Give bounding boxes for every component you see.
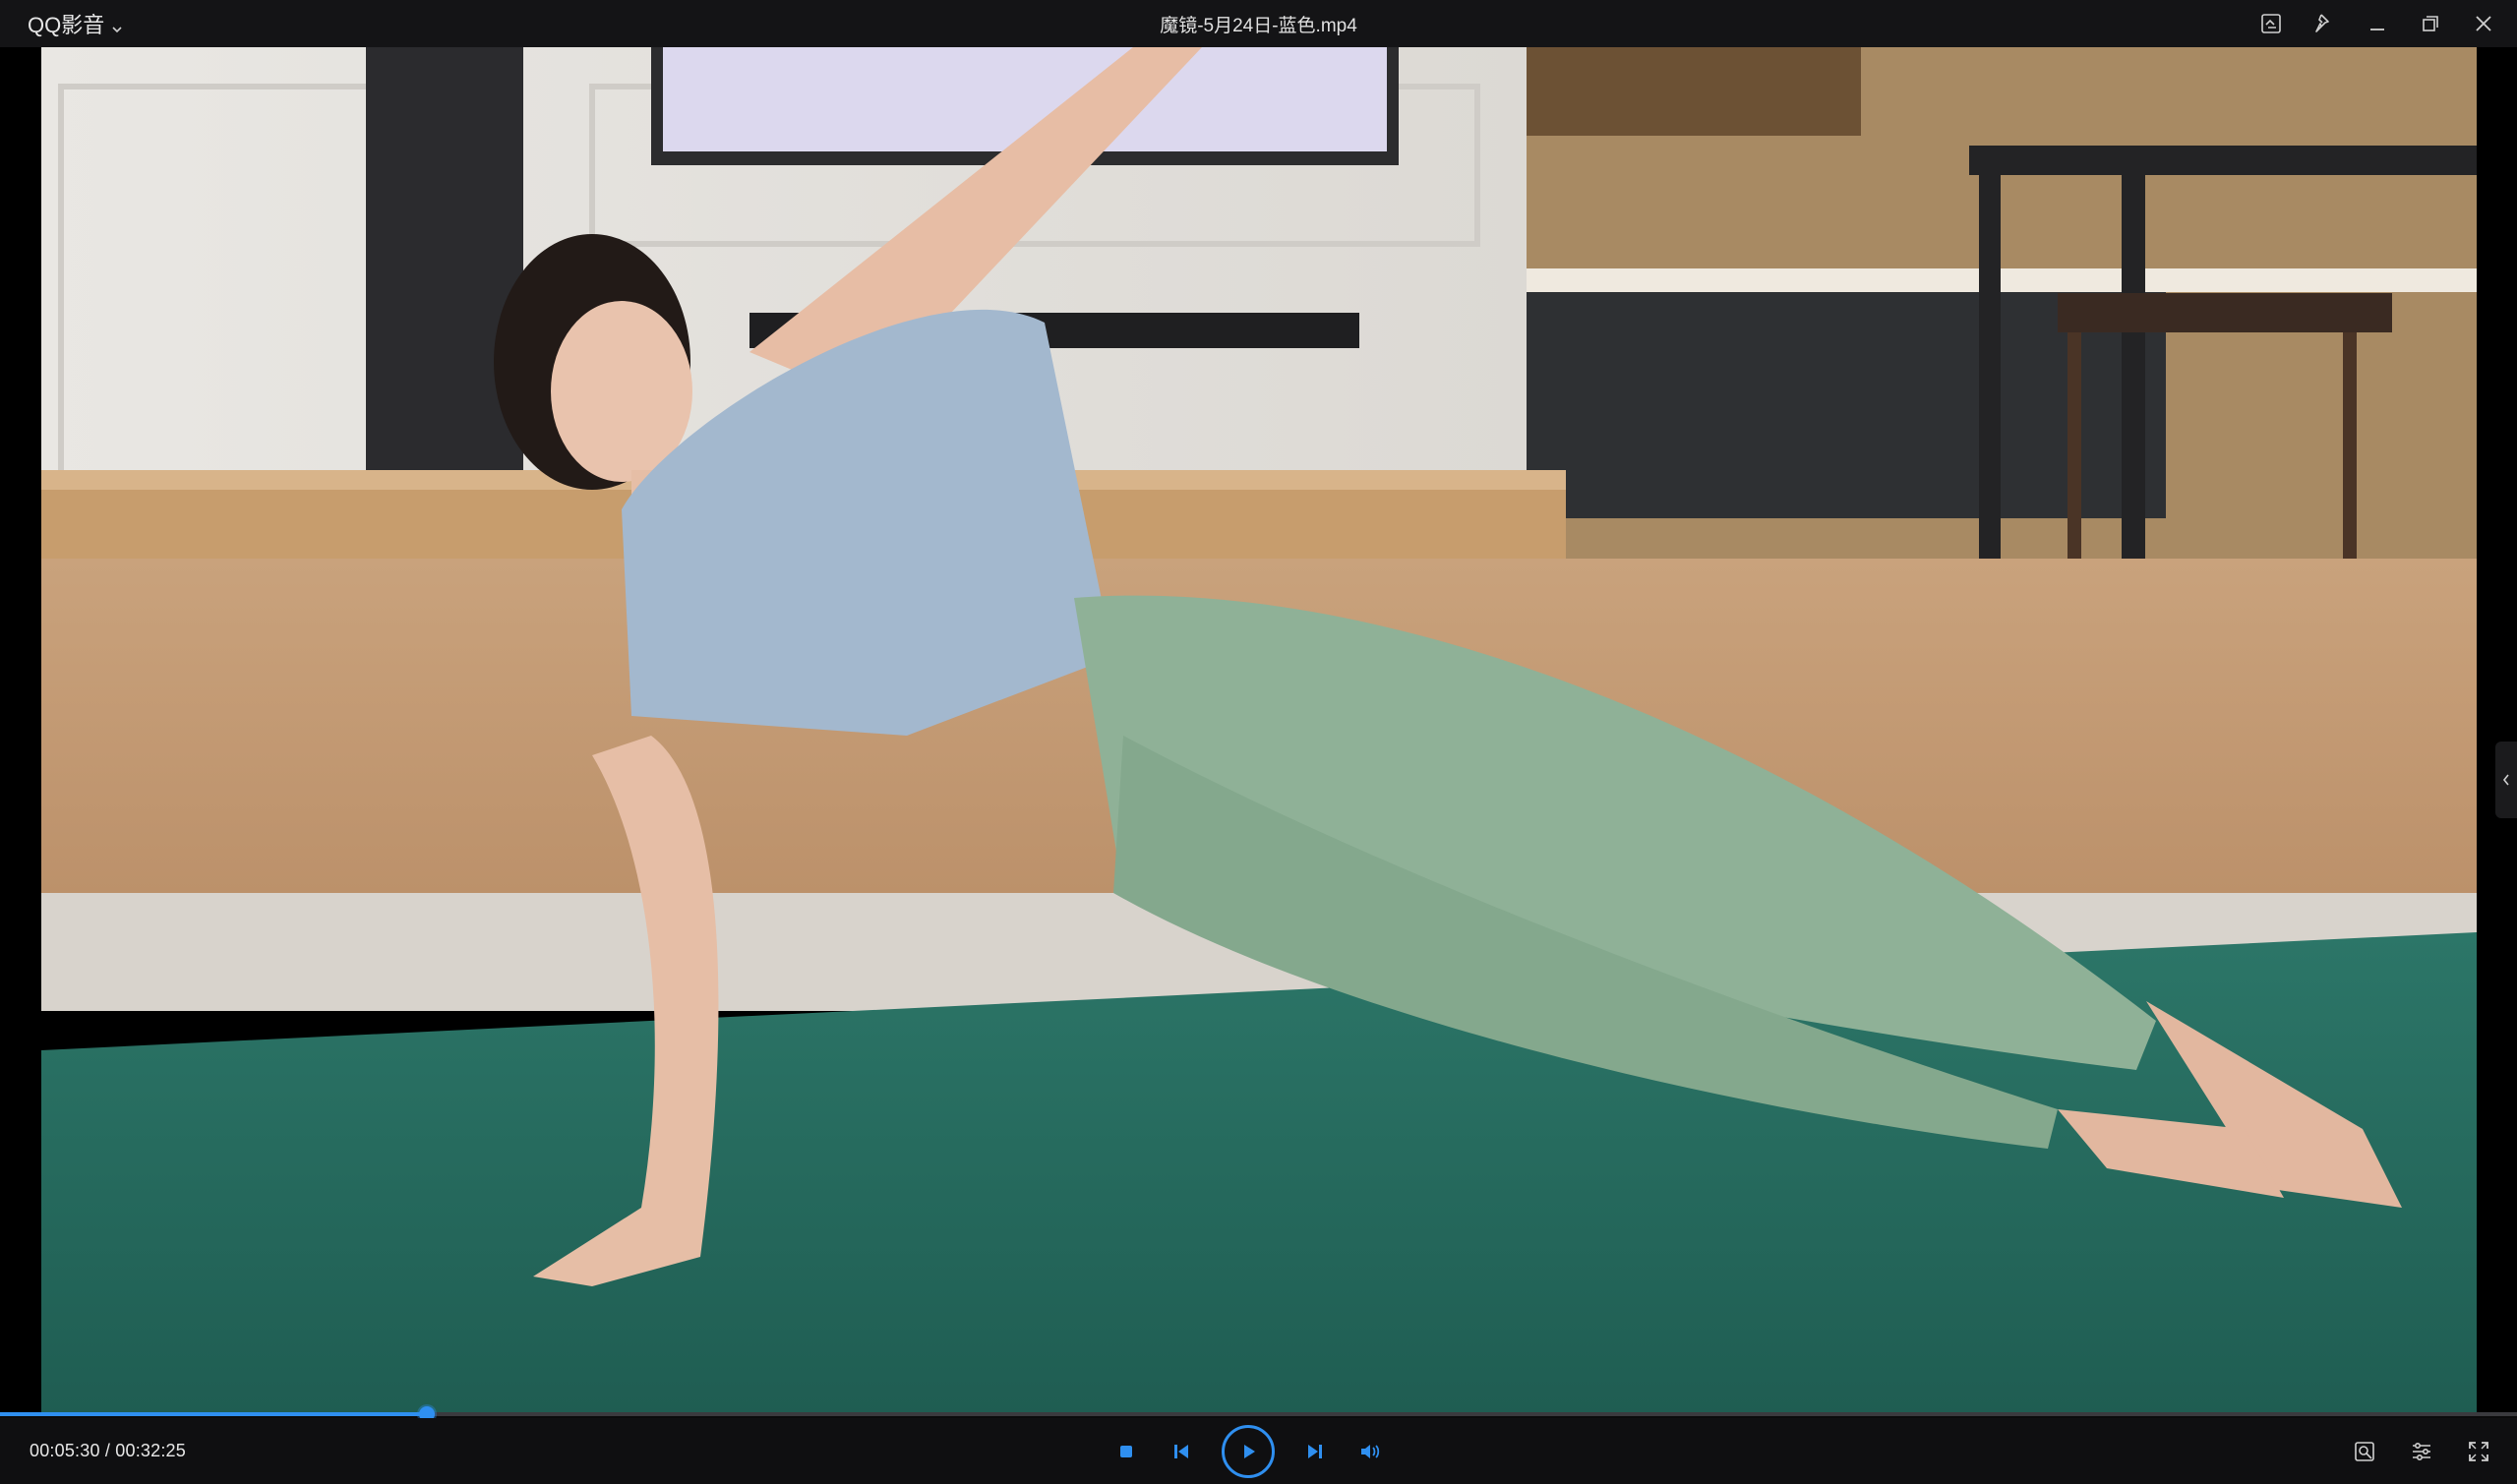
minimize-icon <box>2370 29 2384 30</box>
screen-capture-button[interactable] <box>2257 10 2285 37</box>
close-icon <box>2476 16 2491 31</box>
time-separator: / <box>99 1441 116 1460</box>
video-frame[interactable] <box>41 47 2477 1414</box>
restore-icon <box>2423 16 2438 31</box>
volume-button[interactable] <box>1355 1437 1385 1466</box>
settings-button[interactable] <box>2407 1437 2436 1466</box>
fullscreen-button[interactable] <box>2464 1437 2493 1466</box>
volume-icon <box>1361 1444 1380 1458</box>
play-button[interactable] <box>1222 1424 1275 1478</box>
chevron-down-icon <box>110 17 124 33</box>
settings-icon <box>2413 1442 2430 1460</box>
stop-icon <box>1120 1445 1132 1457</box>
pin-icon <box>2315 14 2329 32</box>
stop-button[interactable] <box>1111 1437 1141 1466</box>
title-bar[interactable]: QQ影音 魔镜-5月24日-蓝色.mp4 <box>0 0 2517 47</box>
progress-fill <box>0 1412 428 1416</box>
playback-controls <box>1111 1418 1385 1484</box>
title-actions <box>2257 0 2497 47</box>
control-bar: 00:05:30 / 00:32:25 <box>0 1418 2517 1484</box>
app-menu-label: QQ影音 <box>28 13 105 37</box>
total-time: 00:32:25 <box>115 1441 186 1460</box>
fullscreen-icon <box>2469 1441 2488 1461</box>
previous-button[interactable] <box>1167 1437 1196 1466</box>
capture-icon <box>2355 1441 2374 1461</box>
current-time: 00:05:30 <box>30 1441 100 1460</box>
minimize-button[interactable] <box>2364 10 2391 37</box>
right-controls <box>2350 1418 2493 1484</box>
window-title: 魔镜-5月24日-蓝色.mp4 <box>1160 15 1357 36</box>
video-frame-image <box>41 47 2477 1414</box>
previous-icon <box>1174 1444 1188 1458</box>
time-display: 00:05:30 / 00:32:25 <box>30 1418 186 1484</box>
close-button[interactable] <box>2470 10 2497 37</box>
video-player-window: QQ影音 魔镜-5月24日-蓝色.mp4 00:05:30 / 00:32:25 <box>0 0 2517 1484</box>
next-icon <box>1308 1444 1322 1458</box>
next-button[interactable] <box>1300 1437 1330 1466</box>
chevron-left-icon <box>2502 774 2509 786</box>
video-area[interactable] <box>0 47 2517 1414</box>
capture-button[interactable] <box>2350 1437 2379 1466</box>
screen-capture-icon <box>2261 14 2281 33</box>
restore-button[interactable] <box>2417 10 2444 37</box>
progress-bar[interactable] <box>0 1406 2517 1422</box>
app-menu-button[interactable]: QQ影音 <box>28 0 124 47</box>
side-panel-toggle[interactable] <box>2495 742 2517 818</box>
play-icon <box>1244 1444 1255 1458</box>
pin-button[interactable] <box>2310 10 2338 37</box>
